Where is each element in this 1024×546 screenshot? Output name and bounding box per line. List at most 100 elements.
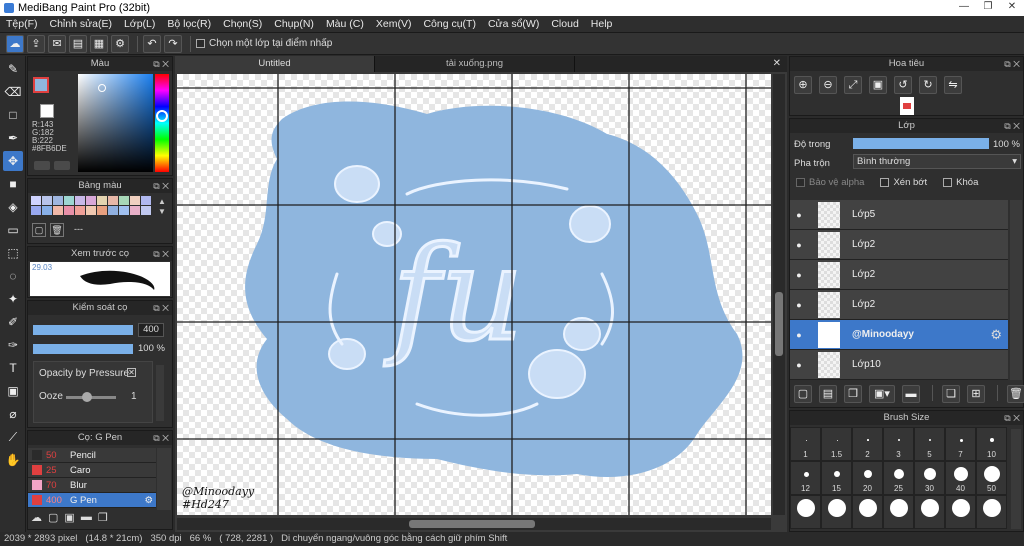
brush-size-cell[interactable]: 5	[914, 427, 945, 461]
palette-swatch[interactable]	[53, 196, 63, 205]
brush-size-cell[interactable]: 2	[852, 427, 883, 461]
brush-size-scrollbar[interactable]	[1011, 429, 1021, 529]
redo-icon[interactable]: ↷	[164, 34, 182, 53]
new-halftone-layer-icon[interactable]: ▤	[819, 385, 837, 403]
palette-swatch[interactable]	[119, 206, 129, 215]
palette-swatch[interactable]	[42, 196, 52, 205]
menu-snap[interactable]: Chụp(N)	[274, 18, 314, 30]
new-palette-icon[interactable]: ▢	[32, 223, 46, 237]
delete-palette-icon[interactable]: 🗑	[50, 223, 64, 237]
palette-swatch[interactable]	[75, 196, 85, 205]
lock-checkbox[interactable]: Khóa	[943, 177, 978, 188]
layer-row-selected[interactable]: ● @Minoodayy ⚙	[790, 320, 1008, 350]
delete-layer-icon[interactable]: 🗑	[1007, 385, 1024, 403]
checkbox-box[interactable]	[196, 39, 205, 48]
color-picker-cursor[interactable]	[98, 84, 106, 92]
settings-icon[interactable]: ⚙	[111, 34, 129, 53]
brush-size-cell[interactable]: 3	[883, 427, 914, 461]
brush-item[interactable]: 25 Caro	[28, 463, 156, 478]
opacity-pressure-checkbox[interactable]: ✕	[127, 368, 136, 377]
menu-layer[interactable]: Lớp(L)	[124, 18, 155, 30]
fill-rect-tool-icon[interactable]: ■	[3, 174, 23, 194]
palette-swatch[interactable]	[130, 206, 140, 215]
hue-slider-handle[interactable]	[156, 110, 168, 122]
comment-icon[interactable]: ✉	[48, 34, 66, 53]
brush-size-cell[interactable]: 40	[945, 461, 976, 495]
text-tool-icon[interactable]: T	[3, 358, 23, 378]
brush-size-value[interactable]: 400	[138, 323, 164, 337]
visibility-icon[interactable]: ●	[790, 210, 808, 220]
rectangle-tool-icon[interactable]: □	[3, 105, 23, 125]
panel-buttons[interactable]: ⧉ ✕	[153, 301, 169, 315]
brush-size-cell[interactable]: 7	[945, 427, 976, 461]
maximize-icon[interactable]: ❐	[976, 0, 1000, 14]
layer-list-scrollbar[interactable]	[1010, 200, 1022, 380]
tab-close-icon[interactable]: ✕	[575, 56, 787, 72]
color-hex-value[interactable]: #8FB6DE	[32, 145, 67, 153]
palette-scroll-icon[interactable]: ▲ ▼	[158, 197, 166, 217]
brush-size-cell[interactable]	[976, 495, 1007, 529]
panel-buttons[interactable]: ⧉ ✕	[153, 179, 169, 193]
zoom-in-icon[interactable]: ⊕	[794, 76, 812, 94]
brush-settings-icon[interactable]: ⚙	[144, 495, 153, 506]
brush-size-cell[interactable]: 20	[852, 461, 883, 495]
layer-row[interactable]: ● Lớp2	[790, 260, 1008, 290]
brush-tool-icon[interactable]: ✎	[3, 59, 23, 79]
panel-buttons[interactable]: ⧉ ✕	[1004, 57, 1020, 71]
checkbox-box[interactable]	[796, 178, 805, 187]
select-eraser-icon[interactable]: ✑	[3, 335, 23, 355]
menu-edit[interactable]: Chỉnh sửa(E)	[50, 18, 112, 30]
divide-tool-icon[interactable]: ▣	[3, 381, 23, 401]
menu-filter[interactable]: Bộ lọc(R)	[167, 18, 211, 30]
layer-row[interactable]: ● Lớp10	[790, 350, 1008, 380]
menu-help[interactable]: Help	[591, 18, 613, 30]
menu-tools[interactable]: Công cụ(T)	[423, 18, 476, 30]
add-brush-icon[interactable]: ▣	[64, 511, 74, 524]
brush-size-cell[interactable]: 12	[790, 461, 821, 495]
actual-size-icon[interactable]: ▣	[869, 76, 887, 94]
brush-size-cell[interactable]: 10	[976, 427, 1007, 461]
move-tool-icon[interactable]: ✥	[3, 151, 23, 171]
menu-select[interactable]: Chọn(S)	[223, 18, 262, 30]
palette-swatch[interactable]	[130, 196, 140, 205]
brush-opacity-slider[interactable]	[33, 344, 133, 354]
pen-tool-icon[interactable]: ✒	[3, 128, 23, 148]
horizontal-scroll-thumb[interactable]	[409, 520, 535, 528]
magic-wand-icon[interactable]: ✦	[3, 289, 23, 309]
select-tool-icon[interactable]: ⬚	[3, 243, 23, 263]
eyedropper-icon[interactable]: ⌀	[3, 404, 23, 424]
palette-swatch[interactable]	[31, 206, 41, 215]
palette-swatch[interactable]	[31, 196, 41, 205]
select-pen-icon[interactable]: ✐	[3, 312, 23, 332]
panel-buttons[interactable]: ⧉ ✕	[153, 57, 169, 71]
brush-size-cell[interactable]: 50	[976, 461, 1007, 495]
clipping-checkbox[interactable]: Xén bớt	[880, 177, 927, 188]
navigator-viewport[interactable]	[903, 103, 911, 109]
document-canvas[interactable]: fu @Minoodayy #Hd247	[177, 74, 771, 515]
duplicate-layer-icon[interactable]: ❏	[942, 385, 960, 403]
checkbox-box[interactable]	[943, 178, 953, 187]
select-layer-checkbox[interactable]: Chọn một lớp tại điểm nhấp	[196, 38, 332, 49]
add-layer-dropdown-icon[interactable]: ▣▾	[869, 385, 895, 403]
copy-layer-icon[interactable]: ❐	[844, 385, 862, 403]
layer-row[interactable]: ● Lớp2	[790, 230, 1008, 260]
merge-layer-icon[interactable]: ⊞	[967, 385, 985, 403]
panel-buttons[interactable]: ⧉ ✕	[1004, 119, 1020, 133]
menu-file[interactable]: Tệp(F)	[6, 18, 38, 30]
color-mode-button[interactable]	[34, 161, 50, 170]
document-icon[interactable]: ▤	[69, 34, 87, 53]
palette-swatch[interactable]	[97, 206, 107, 215]
hand-tool-icon[interactable]: ✋	[3, 450, 23, 470]
dropper-icon[interactable]: ⟋	[3, 427, 23, 447]
layer-row[interactable]: ● Lớp5	[790, 200, 1008, 230]
menu-cloud[interactable]: Cloud	[551, 18, 578, 30]
primary-color-swatch[interactable]	[33, 77, 49, 93]
brush-options-scrollbar[interactable]	[156, 365, 164, 421]
gradient-tool-icon[interactable]: ▭	[3, 220, 23, 240]
bucket-tool-icon[interactable]: ◈	[3, 197, 23, 217]
brush-item[interactable]: 70 Blur	[28, 478, 156, 493]
palette-swatch[interactable]	[108, 206, 118, 215]
panel-buttons[interactable]: ⧉ ✕	[1004, 411, 1020, 425]
palette-swatch[interactable]	[42, 206, 52, 215]
brush-size-cell[interactable]	[914, 495, 945, 529]
